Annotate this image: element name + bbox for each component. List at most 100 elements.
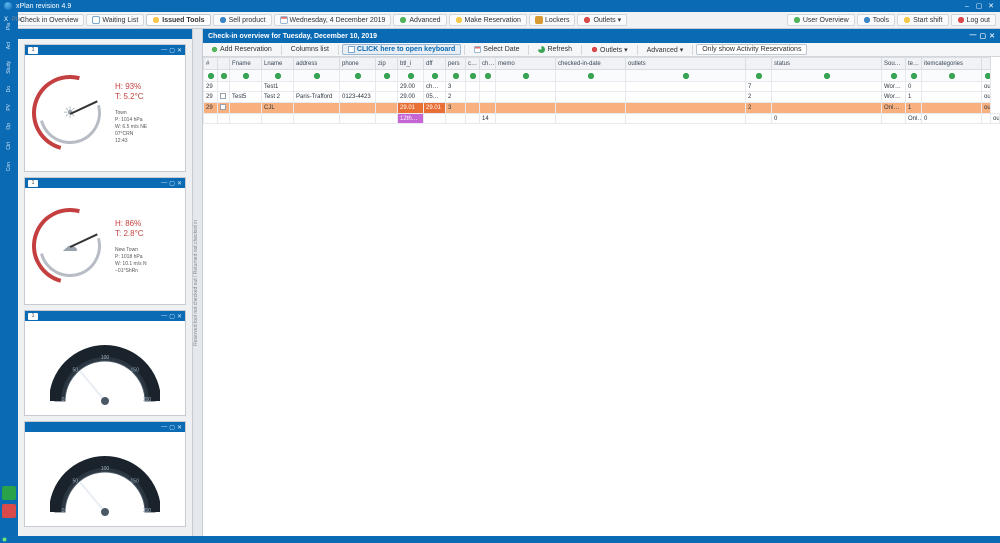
cell[interactable]: Test 2 — [262, 92, 294, 103]
checkbox-icon[interactable] — [220, 104, 226, 110]
cell[interactable] — [230, 103, 262, 114]
cell[interactable] — [376, 82, 398, 92]
cell[interactable] — [626, 92, 746, 103]
cell[interactable]: Paris-Trafford — [294, 92, 340, 103]
cell[interactable] — [882, 70, 906, 82]
cell[interactable] — [466, 70, 480, 82]
cell[interactable] — [556, 70, 626, 82]
column-header[interactable] — [982, 58, 991, 70]
cell[interactable]: 29 — [204, 82, 218, 92]
cell[interactable]: Onl… — [882, 103, 906, 114]
cell[interactable] — [424, 114, 446, 124]
column-header[interactable]: itemcategories — [922, 58, 982, 70]
ribbon-wednesday-4-december-2019[interactable]: Wednesday, 4 December 2019 — [274, 14, 392, 26]
cell[interactable]: 29.01 — [424, 103, 446, 114]
toolbar-select-date[interactable]: Select Date — [468, 44, 525, 55]
cell[interactable] — [882, 114, 906, 124]
cell[interactable] — [556, 92, 626, 103]
cell[interactable] — [982, 114, 991, 124]
rail-item[interactable]: Ctrl — [6, 142, 12, 150]
cell[interactable]: 2 — [746, 92, 772, 103]
cell[interactable] — [922, 70, 982, 82]
cell[interactable]: 14 — [480, 114, 496, 124]
toolbar-outlets-[interactable]: Outlets ▾ — [585, 44, 634, 56]
cell[interactable] — [746, 114, 772, 124]
column-header[interactable]: zip — [376, 58, 398, 70]
cell[interactable] — [556, 82, 626, 92]
cell[interactable]: 2 — [746, 103, 772, 114]
data-grid[interactable]: #FnameLnameaddressphonezipbtl_idffpersc…… — [203, 57, 1000, 536]
cell[interactable]: 0123-4423 — [340, 92, 376, 103]
cell[interactable] — [772, 92, 882, 103]
cell[interactable] — [906, 70, 922, 82]
column-header[interactable]: Sou… — [882, 58, 906, 70]
cell[interactable]: 3 — [446, 103, 466, 114]
cell[interactable] — [466, 114, 480, 124]
column-header[interactable]: status — [772, 58, 882, 70]
cell[interactable] — [772, 70, 882, 82]
cell[interactable] — [340, 103, 376, 114]
rail-item[interactable]: Do — [6, 86, 12, 92]
filter-icon[interactable] — [220, 72, 228, 80]
cell[interactable]: outa — [982, 82, 991, 92]
ribbon-advanced[interactable]: Advanced — [393, 14, 446, 26]
card-max-icon[interactable]: ▢ — [169, 313, 175, 320]
cell[interactable]: Wor… — [882, 82, 906, 92]
card-close-icon[interactable]: ✕ — [177, 47, 182, 54]
column-header[interactable]: phone — [340, 58, 376, 70]
column-header[interactable]: address — [294, 58, 340, 70]
column-header[interactable]: Fname — [230, 58, 262, 70]
ribbon-waiting-list[interactable]: Waiting List — [86, 14, 144, 26]
cell[interactable] — [626, 70, 746, 82]
cell[interactable]: Test1 — [262, 82, 294, 92]
cell[interactable] — [626, 82, 746, 92]
cell[interactable]: 0 — [906, 82, 922, 92]
rail-button[interactable] — [2, 486, 16, 500]
rail-button[interactable] — [2, 504, 16, 518]
cell[interactable] — [746, 70, 772, 82]
toolbar-advanced-[interactable]: Advanced ▾ — [641, 44, 690, 56]
table-row[interactable]: 29CJL29.0129.0132Onl…1outa — [204, 103, 1000, 114]
cell[interactable] — [772, 103, 882, 114]
cell[interactable] — [294, 103, 340, 114]
cell[interactable] — [922, 82, 982, 92]
filter-icon[interactable] — [469, 72, 477, 80]
card-close-icon[interactable]: ✕ — [177, 313, 182, 320]
filter-icon[interactable] — [587, 72, 595, 80]
filter-icon[interactable] — [984, 72, 991, 80]
cell[interactable]: Test5 — [230, 92, 262, 103]
grid-header-row[interactable]: #FnameLnameaddressphonezipbtl_idffpersc…… — [204, 58, 1000, 70]
cell[interactable] — [294, 114, 340, 124]
cell[interactable] — [556, 103, 626, 114]
close-button[interactable]: ✕ — [986, 2, 996, 10]
cell[interactable]: 29 — [204, 103, 218, 114]
cell[interactable]: 05… — [424, 92, 446, 103]
column-header[interactable]: pers — [446, 58, 466, 70]
filter-icon[interactable] — [431, 72, 439, 80]
cell[interactable] — [230, 70, 262, 82]
ribbon-lockers[interactable]: Lockers — [529, 14, 576, 26]
filter-icon[interactable] — [682, 72, 690, 80]
ribbon-tools[interactable]: Tools — [857, 14, 895, 26]
cell[interactable] — [446, 70, 466, 82]
cell[interactable]: outa — [982, 92, 991, 103]
cell[interactable] — [922, 92, 982, 103]
cell[interactable] — [480, 92, 496, 103]
filter-icon[interactable] — [354, 72, 362, 80]
panel-minimize-icon[interactable]: — — [970, 32, 977, 40]
toolbar-click-here-to-open-keyboard[interactable]: CLICK here to open keyboard — [342, 44, 461, 55]
pin-gutter[interactable]: Reserved tool not checked out / Returned… — [193, 29, 203, 536]
filter-icon[interactable] — [910, 72, 918, 80]
table-row[interactable]: 29Test5Test 2Paris-Trafford0123-442329.0… — [204, 92, 1000, 103]
cell[interactable] — [772, 82, 882, 92]
column-header[interactable]: te… — [906, 58, 922, 70]
cell[interactable] — [480, 70, 496, 82]
column-header[interactable]: outlets — [626, 58, 746, 70]
filter-icon[interactable] — [313, 72, 321, 80]
cell[interactable]: 1 — [906, 103, 922, 114]
cell[interactable]: 7 — [746, 82, 772, 92]
cell[interactable]: CJL — [262, 103, 294, 114]
cell[interactable] — [424, 70, 446, 82]
cell[interactable] — [262, 70, 294, 82]
column-header[interactable] — [746, 58, 772, 70]
